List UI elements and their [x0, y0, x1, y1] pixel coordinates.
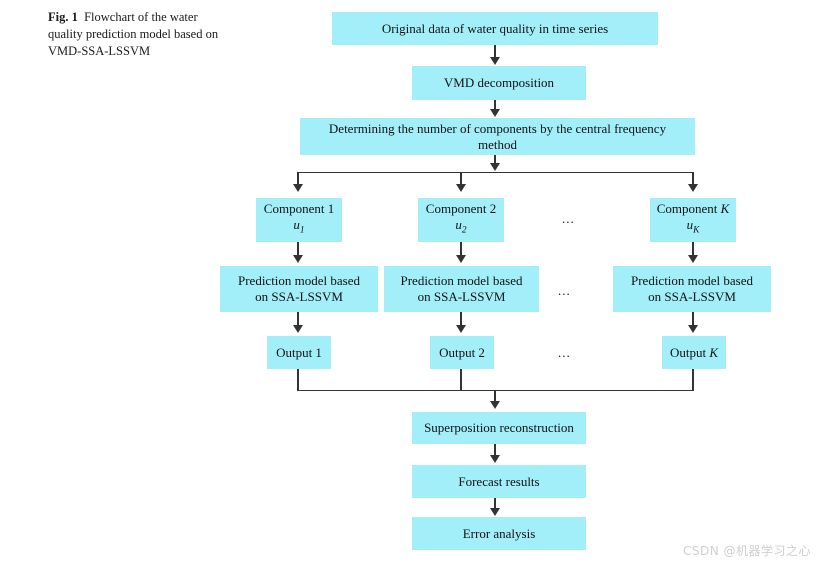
split-branch-2-arrow: [456, 184, 466, 192]
node-superposition-reconstruction: Superposition reconstruction: [412, 412, 586, 444]
node-determining-components-line2: method: [478, 136, 517, 152]
node-output-2: Output 2: [430, 336, 494, 369]
connector-pred2-to-output2-arrow: [456, 325, 466, 333]
merge-branch-2-line: [460, 369, 462, 391]
node-output-2-label: Output 2: [439, 344, 485, 360]
node-forecast-results-label: Forecast results: [458, 473, 540, 489]
ellipsis-prediction-row: ...: [558, 283, 571, 298]
node-component-2-variable: u2: [422, 217, 500, 239]
connector-merge-to-superposition-arrow: [490, 401, 500, 409]
connector-component1-to-pred1-line: [297, 242, 299, 256]
connector-predk-to-outputk-line: [692, 312, 694, 326]
node-determining-components: Determining the number of components by …: [300, 118, 695, 155]
connector-predk-to-outputk-arrow: [688, 325, 698, 333]
node-prediction-model-2-line2: on SSA-LSSVM: [417, 289, 506, 304]
connector-forecast-to-error-arrow: [490, 508, 500, 516]
ellipsis-output-row: ...: [558, 345, 571, 360]
node-error-analysis-label: Error analysis: [462, 525, 536, 541]
node-vmd-decomposition: VMD decomposition: [412, 66, 586, 100]
connector-pred2-to-output2-line: [460, 312, 462, 326]
merge-branch-1-line: [297, 369, 299, 391]
node-component-k-variable: uK: [654, 217, 732, 239]
connector-original-to-vmd-arrow: [490, 57, 500, 65]
merge-branch-k-line: [692, 369, 694, 391]
node-component-k-title-index: K: [720, 201, 730, 217]
node-component-k: Component K uK: [650, 198, 736, 242]
node-original-data: Original data of water quality in time s…: [332, 12, 658, 45]
node-prediction-model-k: Prediction model based on SSA-LSSVM: [613, 266, 771, 312]
node-component-k-title-prefix: Component: [656, 201, 721, 217]
ellipsis-component-row: ...: [562, 211, 575, 226]
node-vmd-decomposition-label: VMD decomposition: [443, 75, 555, 90]
connector-component2-to-pred2-arrow: [456, 255, 466, 263]
node-prediction-model-k-line1: Prediction model based: [630, 273, 754, 288]
node-component-2-variable-subscript: 2: [461, 225, 467, 236]
node-output-1: Output 1: [267, 336, 331, 369]
node-component-1-title: Component 1: [263, 201, 335, 217]
connector-vmd-to-determining-arrow: [490, 109, 500, 117]
connector-component2-to-pred2-line: [460, 242, 462, 256]
figure-label: Fig. 1: [48, 10, 78, 24]
node-output-k: Output K: [662, 336, 726, 369]
node-component-k-variable-subscript: K: [693, 225, 700, 236]
figure-caption: Fig. 1 Flowchart of the water quality pr…: [48, 9, 230, 60]
node-error-analysis: Error analysis: [412, 517, 586, 550]
node-output-k-index: K: [709, 344, 719, 360]
node-component-2-title: Component 2: [425, 201, 497, 217]
node-component-1: Component 1 u1: [256, 198, 342, 242]
node-prediction-model-1: Prediction model based on SSA-LSSVM: [220, 266, 378, 312]
csdn-watermark: CSDN @机器学习之心: [682, 544, 811, 558]
node-prediction-model-2: Prediction model based on SSA-LSSVM: [384, 266, 539, 312]
split-bar: [297, 172, 694, 174]
figure-canvas: Fig. 1 Flowchart of the water quality pr…: [0, 0, 825, 569]
node-prediction-model-1-line2: on SSA-LSSVM: [255, 289, 343, 304]
node-prediction-model-k-line2: on SSA-LSSVM: [648, 289, 736, 304]
split-branch-1-arrow: [293, 184, 303, 192]
node-original-data-label: Original data of water quality in time s…: [381, 20, 609, 36]
connector-componentk-to-predk-line: [692, 242, 694, 256]
connector-superposition-to-forecast-arrow: [490, 455, 500, 463]
node-component-1-variable: u1: [260, 217, 338, 239]
connector-componentk-to-predk-arrow: [688, 255, 698, 263]
connector-determining-to-split-arrow: [490, 163, 500, 171]
node-prediction-model-1-line1: Prediction model based: [237, 273, 361, 288]
node-component-2: Component 2 u2: [418, 198, 504, 242]
connector-pred1-to-output1-arrow: [293, 325, 303, 333]
node-prediction-model-2-line1: Prediction model based: [400, 273, 523, 288]
node-superposition-reconstruction-label: Superposition reconstruction: [424, 420, 574, 435]
node-output-k-prefix: Output: [669, 344, 710, 360]
node-component-k-title: Component K: [654, 201, 732, 217]
connector-component1-to-pred1-arrow: [293, 255, 303, 263]
node-output-1-label: Output 1: [276, 344, 322, 360]
connector-pred1-to-output1-line: [297, 312, 299, 326]
node-determining-components-line1: Determining the number of components by …: [328, 120, 667, 136]
node-component-1-variable-subscript: 1: [299, 225, 305, 236]
split-branch-k-arrow: [688, 184, 698, 192]
node-forecast-results: Forecast results: [412, 465, 586, 498]
node-output-k-label: Output K: [666, 345, 722, 361]
